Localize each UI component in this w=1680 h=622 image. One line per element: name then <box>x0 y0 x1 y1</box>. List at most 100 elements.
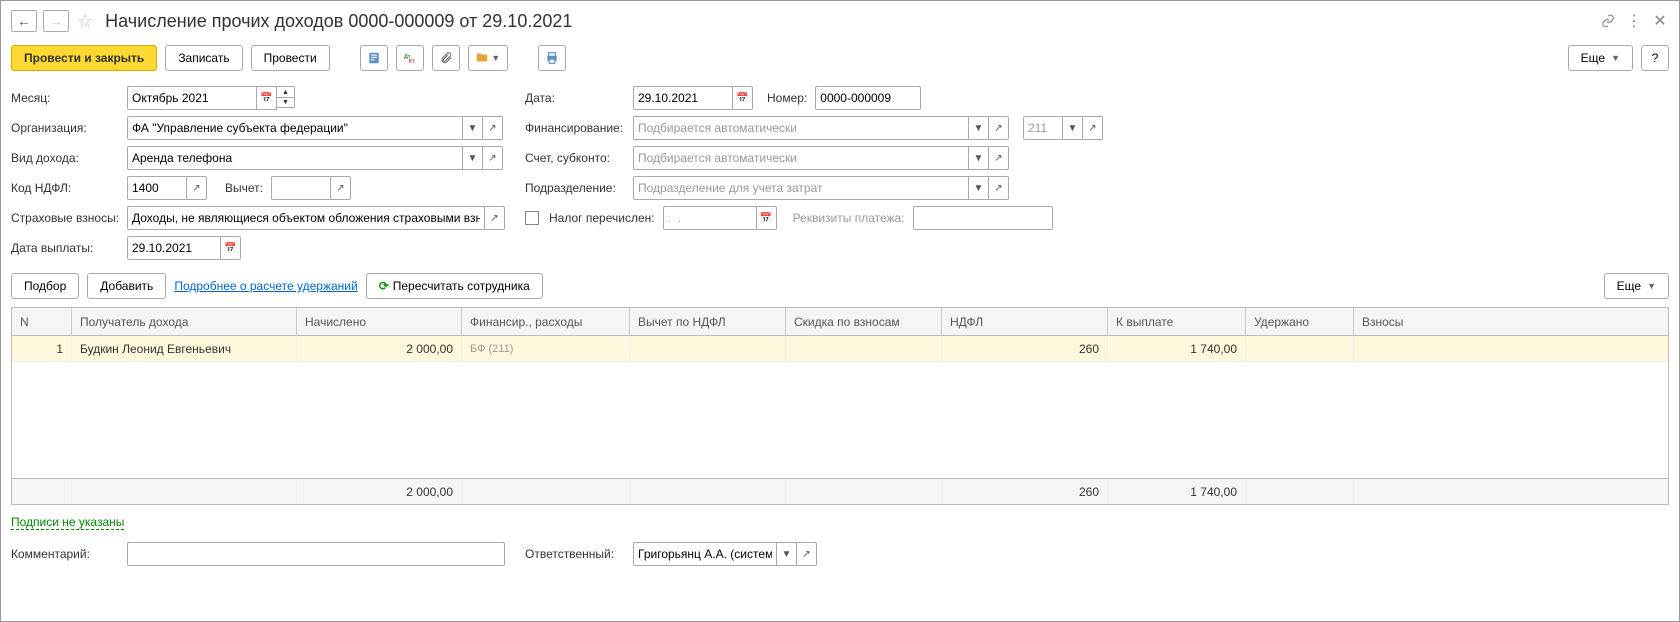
window-title: Начисление прочих доходов 0000-000009 от… <box>105 11 572 32</box>
signatures-link[interactable]: Подписи не указаны <box>11 515 124 530</box>
cell-finance: БФ (211) <box>462 336 630 361</box>
print-icon[interactable] <box>538 45 566 71</box>
income-type-input[interactable] <box>132 151 458 165</box>
comment-input[interactable] <box>132 547 500 561</box>
cell-recipient: Будкин Леонид Евгеньевич <box>72 336 297 361</box>
refresh-icon: ⟳ <box>379 279 389 293</box>
favorite-star-icon[interactable]: ☆ <box>75 11 95 32</box>
cell-contributions <box>1354 336 1552 361</box>
th-accrued[interactable]: Начислено <box>297 308 462 335</box>
table-row[interactable]: 1 Будкин Леонид Евгеньевич 2 000,00 БФ (… <box>12 336 1668 362</box>
finance-label: Финансирование: <box>525 121 629 135</box>
calendar-icon[interactable]: 📅 <box>757 206 777 230</box>
income-table: N Получатель дохода Начислено Финансир.,… <box>11 307 1669 505</box>
select-button[interactable]: Подбор <box>11 273 79 299</box>
th-recipient[interactable]: Получатель дохода <box>72 308 297 335</box>
cell-to-pay: 1 740,00 <box>1108 336 1246 361</box>
post-button[interactable]: Провести <box>251 45 330 71</box>
th-n[interactable]: N <box>12 308 72 335</box>
account-label: Счет, субконто: <box>525 151 629 165</box>
org-label: Организация: <box>11 121 123 135</box>
attachment-icon[interactable] <box>432 45 460 71</box>
add-button[interactable]: Добавить <box>87 273 166 299</box>
more-button[interactable]: Еще▼ <box>1568 45 1633 71</box>
th-ndfl-deduct[interactable]: Вычет по НДФЛ <box>630 308 786 335</box>
payment-details-input[interactable] <box>918 211 1048 225</box>
cell-n: 1 <box>12 336 72 361</box>
calendar-icon[interactable]: 📅 <box>257 86 277 110</box>
account-input[interactable] <box>638 151 964 165</box>
th-finance[interactable]: Финансир., расходы <box>462 308 630 335</box>
calendar-icon[interactable]: 📅 <box>221 236 241 260</box>
post-and-close-button[interactable]: Провести и закрыть <box>11 45 157 71</box>
cell-accrued: 2 000,00 <box>297 336 462 361</box>
ndfl-code-input[interactable] <box>132 181 182 195</box>
table-more-button[interactable]: Еще▼ <box>1604 273 1669 299</box>
cell-ins-discount <box>786 336 942 361</box>
division-label: Подразделение: <box>525 181 629 195</box>
finance-input[interactable] <box>638 121 964 135</box>
date-input[interactable] <box>638 91 728 105</box>
open-icon[interactable]: ↗ <box>483 116 503 140</box>
th-to-pay[interactable]: К выплате <box>1108 308 1246 335</box>
tax-date-input[interactable] <box>668 211 752 225</box>
open-icon[interactable]: ↗ <box>989 116 1009 140</box>
foot-to-pay: 1 740,00 <box>1108 479 1246 504</box>
dt-kt-icon[interactable]: ДтКт <box>396 45 424 71</box>
foot-accrued: 2 000,00 <box>297 479 462 504</box>
insurance-input[interactable] <box>132 211 480 225</box>
open-icon[interactable]: ↗ <box>485 206 505 230</box>
insurance-label: Страховые взносы: <box>11 211 123 225</box>
pay-date-label: Дата выплаты: <box>11 241 123 255</box>
close-icon[interactable]: ✕ <box>1651 12 1669 30</box>
month-up-button[interactable]: ▲ <box>277 86 295 97</box>
report-icon[interactable] <box>360 45 388 71</box>
nav-forward-button[interactable]: → <box>43 10 69 32</box>
open-icon[interactable]: ↗ <box>187 176 207 200</box>
number-input[interactable] <box>820 91 916 105</box>
extra-code-input[interactable] <box>1028 121 1058 135</box>
dropdown-icon[interactable]: ▼ <box>969 176 989 200</box>
folder-icon[interactable]: ▼ <box>468 45 508 71</box>
tax-transferred-checkbox[interactable] <box>525 211 539 225</box>
nav-back-button[interactable]: ← <box>11 10 37 32</box>
dropdown-icon[interactable]: ▼ <box>969 116 989 140</box>
save-button[interactable]: Записать <box>165 45 242 71</box>
tax-transferred-label: Налог перечислен: <box>549 211 655 225</box>
open-icon[interactable]: ↗ <box>331 176 351 200</box>
open-icon[interactable]: ↗ <box>989 146 1009 170</box>
calendar-icon[interactable]: 📅 <box>733 86 753 110</box>
dropdown-icon[interactable]: ▼ <box>777 542 797 566</box>
pay-date-input[interactable] <box>132 241 216 255</box>
help-button[interactable]: ? <box>1641 45 1669 71</box>
month-down-button[interactable]: ▼ <box>277 97 295 108</box>
open-icon[interactable]: ↗ <box>797 542 817 566</box>
dropdown-icon[interactable]: ▼ <box>463 116 483 140</box>
th-withheld[interactable]: Удержано <box>1246 308 1354 335</box>
dropdown-icon[interactable]: ▼ <box>1063 116 1083 140</box>
number-label: Номер: <box>767 91 807 105</box>
division-input[interactable] <box>638 181 964 195</box>
recalc-button[interactable]: ⟳ Пересчитать сотрудника <box>366 273 543 299</box>
th-contributions[interactable]: Взносы <box>1354 308 1552 335</box>
month-input[interactable] <box>132 91 252 105</box>
income-type-label: Вид дохода: <box>11 151 123 165</box>
org-input[interactable] <box>132 121 458 135</box>
open-icon[interactable]: ↗ <box>483 146 503 170</box>
more-vertical-icon[interactable]: ⋮ <box>1625 12 1643 30</box>
open-icon[interactable]: ↗ <box>989 176 1009 200</box>
th-ndfl[interactable]: НДФЛ <box>942 308 1108 335</box>
responsible-input[interactable] <box>638 547 772 561</box>
th-ins-discount[interactable]: Скидка по взносам <box>786 308 942 335</box>
payment-details-label: Реквизиты платежа: <box>793 211 905 225</box>
details-link[interactable]: Подробнее о расчете удержаний <box>174 279 357 293</box>
foot-ndfl: 260 <box>942 479 1108 504</box>
month-label: Месяц: <box>11 91 123 105</box>
dropdown-icon[interactable]: ▼ <box>463 146 483 170</box>
link-icon[interactable] <box>1599 12 1617 30</box>
cell-ndfl: 260 <box>942 336 1108 361</box>
svg-text:Кт: Кт <box>409 59 415 65</box>
dropdown-icon[interactable]: ▼ <box>969 146 989 170</box>
deduct-input[interactable] <box>276 181 326 195</box>
open-icon[interactable]: ↗ <box>1083 116 1103 140</box>
